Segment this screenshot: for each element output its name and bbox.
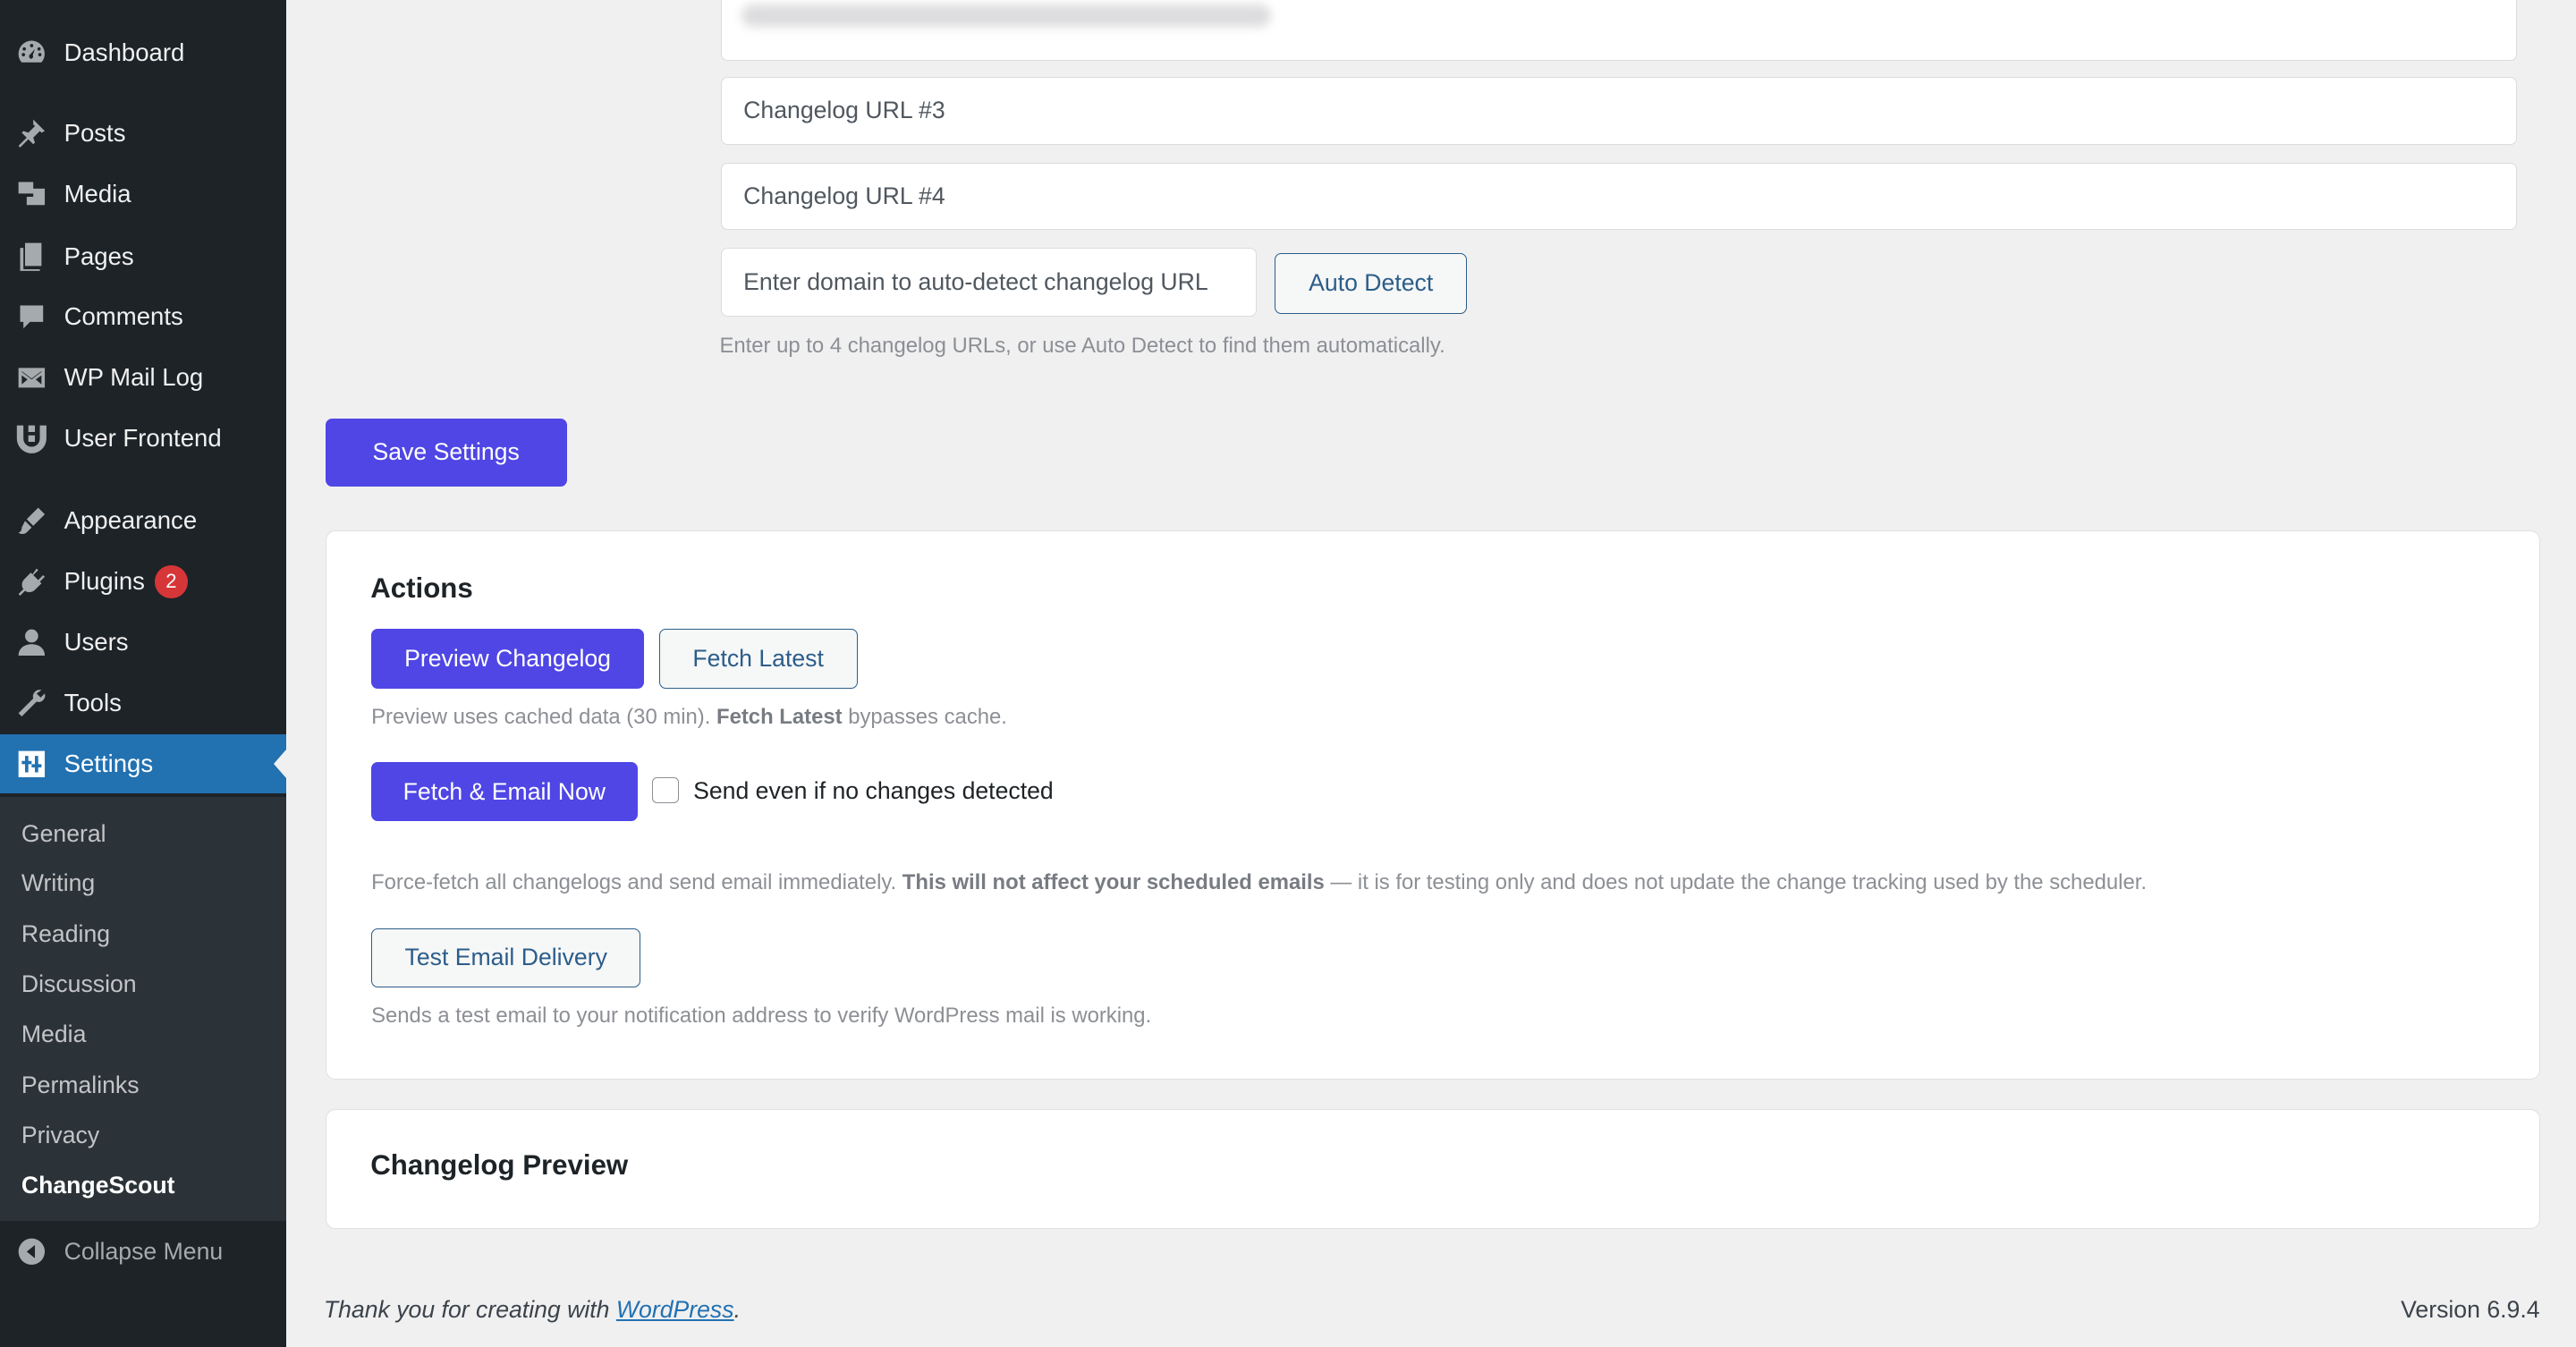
test-email-help-text: Sends a test email to your notification … <box>371 1004 1152 1029</box>
collapse-label: Collapse Menu <box>64 1238 224 1266</box>
menu-comments[interactable]: Comments <box>0 287 286 346</box>
pin-icon <box>15 116 48 149</box>
user-icon <box>15 626 48 659</box>
fetch-latest-button[interactable]: Fetch Latest <box>658 629 858 689</box>
redacted-url <box>741 4 1271 28</box>
settings-icon <box>15 748 48 781</box>
pages-icon <box>15 240 48 273</box>
wordpress-link[interactable]: WordPress <box>616 1296 734 1323</box>
menu-wp-mail-log[interactable]: WP Mail Log <box>0 348 286 407</box>
domain-field[interactable] <box>721 248 1258 318</box>
menu-label: Settings <box>64 750 154 778</box>
send-even-label[interactable]: Send even if no changes detected <box>693 777 1054 805</box>
wrench-icon <box>15 687 48 720</box>
changelog-url-3-field[interactable] <box>721 77 2517 145</box>
changelog-url-2-field[interactable] <box>721 0 2517 61</box>
menu-settings[interactable]: Settings <box>0 734 286 794</box>
changelog-url-4-input[interactable] <box>722 163 2516 230</box>
submenu-changescout[interactable]: ChangeScout <box>21 1172 175 1199</box>
auto-detect-button[interactable]: Auto Detect <box>1275 252 1468 314</box>
menu-pages[interactable]: Pages <box>0 226 286 285</box>
plugin-icon <box>15 565 48 598</box>
actions-title: Actions <box>370 572 473 605</box>
menu-posts[interactable]: Posts <box>0 104 286 163</box>
menu-appearance[interactable]: Appearance <box>0 491 286 550</box>
send-even-checkbox[interactable] <box>652 776 679 804</box>
comment-icon <box>15 301 48 334</box>
menu-plugins[interactable]: Plugins 2 <box>0 552 286 611</box>
menu-media[interactable]: Media <box>0 165 286 224</box>
actions-card: Actions <box>325 530 2540 1080</box>
menu-label: Users <box>64 628 129 657</box>
changelog-preview-card: Changelog Preview <box>325 1108 2540 1229</box>
preview-changelog-button[interactable]: Preview Changelog <box>371 629 644 689</box>
domain-input[interactable] <box>722 249 1257 317</box>
menu-label: Media <box>64 179 131 208</box>
menu-label: WP Mail Log <box>64 363 204 392</box>
submenu-media[interactable]: Media <box>21 1021 87 1048</box>
fetch-email-now-button[interactable]: Fetch & Email Now <box>371 762 638 822</box>
url-help-text: Enter up to 4 changelog URLs, or use Aut… <box>719 333 1445 358</box>
submenu-reading[interactable]: Reading <box>21 920 110 948</box>
submenu-general[interactable]: General <box>21 820 106 848</box>
changelog-url-3-input[interactable] <box>722 78 2516 144</box>
test-email-delivery-button[interactable]: Test Email Delivery <box>371 928 641 987</box>
menu-tools[interactable]: Tools <box>0 674 286 733</box>
menu-label: Pages <box>64 241 134 270</box>
collapse-arrow-icon <box>15 1235 48 1268</box>
preview-help-text: Preview uses cached data (30 min). Fetch… <box>371 704 1007 729</box>
update-count-badge: 2 <box>154 564 188 598</box>
menu-label: User Frontend <box>64 424 222 453</box>
menu-label: Tools <box>64 689 122 717</box>
save-settings-button[interactable]: Save Settings <box>325 419 567 487</box>
submenu-discussion[interactable]: Discussion <box>21 970 137 998</box>
mail-icon <box>15 361 48 394</box>
collapse-menu-button[interactable]: Collapse Menu <box>0 1229 286 1275</box>
admin-sidebar: Dashboard Posts Media Pages Comments WP … <box>0 0 286 1347</box>
brush-icon <box>15 504 48 538</box>
settings-submenu: General Writing Reading Discussion Media… <box>0 796 286 1221</box>
submenu-writing[interactable]: Writing <box>21 869 95 897</box>
menu-dashboard[interactable]: Dashboard <box>0 23 286 82</box>
submenu-permalinks[interactable]: Permalinks <box>21 1072 140 1099</box>
submenu-privacy[interactable]: Privacy <box>21 1122 99 1149</box>
menu-label: Appearance <box>64 506 198 535</box>
menu-label: Posts <box>64 118 126 147</box>
menu-label: Dashboard <box>64 38 185 66</box>
footer-thanks: Thank you for creating with WordPress. <box>323 1296 741 1324</box>
changelog-url-4-field[interactable] <box>721 162 2517 231</box>
menu-label: Comments <box>64 302 183 331</box>
changelog-preview-title: Changelog Preview <box>370 1148 629 1181</box>
menu-user-frontend[interactable]: User Frontend <box>0 409 286 468</box>
user-frontend-icon <box>15 422 48 455</box>
force-fetch-help-text: Force-fetch all changelogs and send emai… <box>371 870 2147 895</box>
menu-users[interactable]: Users <box>0 613 286 672</box>
menu-label: Plugins <box>64 567 145 596</box>
dashboard-icon <box>15 36 48 69</box>
media-icon <box>15 177 48 210</box>
footer-version: Version 6.9.4 <box>2401 1296 2540 1324</box>
